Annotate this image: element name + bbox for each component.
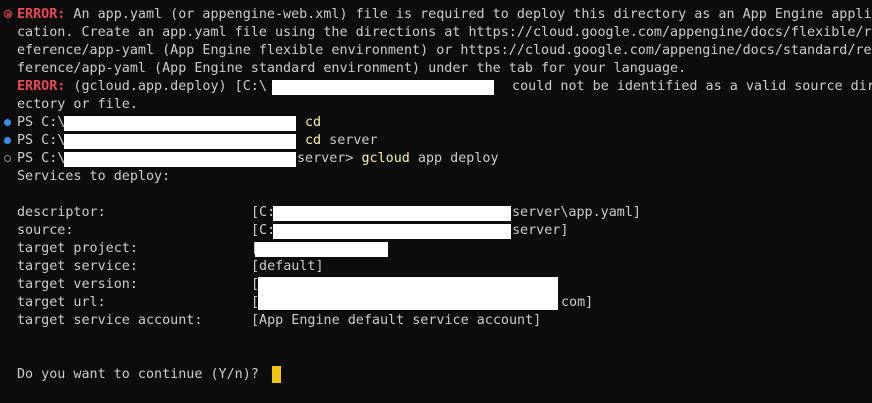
prompt-prefix: PS C:\ xyxy=(17,151,66,166)
prompt-status-icon xyxy=(4,155,11,162)
source-value-end: server] xyxy=(512,223,569,238)
target-version-label: target version: xyxy=(17,277,138,292)
error-line-2: cation. Create an app.yaml file using th… xyxy=(17,25,872,40)
services-header: Services to deploy: xyxy=(17,169,171,184)
prompt-args: server xyxy=(321,133,378,148)
prompt-line-2: PS C:\ xyxy=(17,132,65,150)
prompt-command-line: server> gcloud app deploy xyxy=(297,150,499,168)
error-2-line-2: ectory or file. xyxy=(17,97,138,112)
error-line-4: ference/app-yaml (App Engine standard en… xyxy=(17,61,687,76)
target-url-value-end: com] xyxy=(561,295,594,310)
prompt-status-icon xyxy=(4,119,11,126)
redacted-path xyxy=(273,224,511,239)
error-text: An app.yaml (or appengine-web.xml) file … xyxy=(65,7,872,22)
redacted-version-url xyxy=(258,277,558,310)
target-service-account-value: [App Engine default service account] xyxy=(251,313,542,328)
error-text: (gcloud.app.deploy) [C:\ xyxy=(65,79,267,94)
redacted-path xyxy=(64,134,296,149)
source-label: source: xyxy=(17,223,74,238)
text-cursor[interactable] xyxy=(272,366,281,383)
target-url-label: target url: xyxy=(17,295,106,310)
redacted-project xyxy=(255,242,388,257)
error-label: ERROR: xyxy=(17,79,66,94)
prompt-command-line: cd server xyxy=(305,132,378,150)
prompt-prefix: PS C:\ xyxy=(17,115,66,130)
target-url-value-start: [ xyxy=(251,295,260,310)
error-icon xyxy=(4,10,12,18)
error-label: ERROR: xyxy=(17,7,66,22)
prompt-args: app deploy xyxy=(409,151,499,166)
prompt-command: cd xyxy=(305,115,322,130)
target-service-label: target service: xyxy=(17,259,138,274)
prompt-command: cd xyxy=(305,133,322,148)
prompt-command: gcloud xyxy=(361,151,410,166)
prompt-line-1: PS C:\ xyxy=(17,114,65,132)
redacted-path xyxy=(64,152,296,167)
target-service-account-label: target service account: xyxy=(17,313,203,328)
descriptor-value-end: server\app.yaml] xyxy=(512,205,641,220)
descriptor-label: descriptor: xyxy=(17,205,106,220)
redacted-path xyxy=(64,116,296,131)
terminal-window[interactable]: ERROR: An app.yaml (or appengine-web.xml… xyxy=(0,0,872,403)
error-line-3: eference/app-yaml (App Engine flexible e… xyxy=(17,43,872,58)
redacted-path xyxy=(273,206,511,221)
target-service-value: [default] xyxy=(251,259,324,274)
confirm-prompt: Do you want to continue (Y/n)? xyxy=(17,367,259,382)
error-line-1: ERROR: An app.yaml (or appengine-web.xml… xyxy=(17,6,872,24)
prompt-status-icon xyxy=(4,137,11,144)
redacted-path xyxy=(272,80,494,95)
prompt-prefix: PS C:\ xyxy=(17,133,66,148)
error-2-line-1: ERROR: (gcloud.app.deploy) [C:\ xyxy=(17,78,267,96)
prompt-path-tail: server> xyxy=(297,151,362,166)
error-2-suffix: could not be identified as a valid sourc… xyxy=(504,79,872,94)
prompt-line-3: PS C:\ xyxy=(17,150,65,168)
target-project-label: target project: xyxy=(17,241,138,256)
